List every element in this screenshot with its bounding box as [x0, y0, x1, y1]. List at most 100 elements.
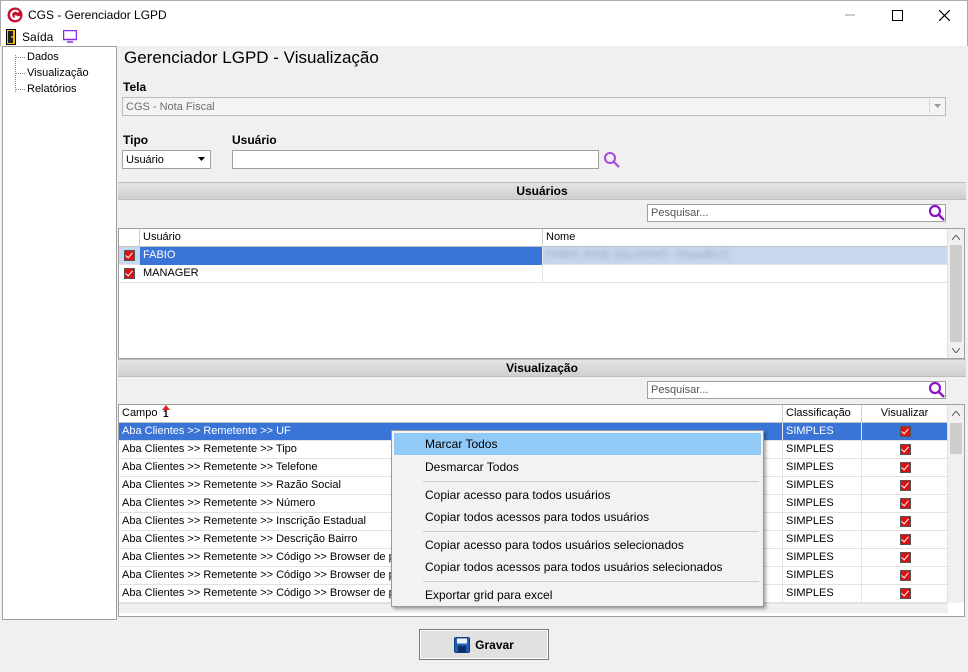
close-button[interactable] [921, 1, 967, 29]
users-row-fabio[interactable]: FABIO FABIO JOSE SALVIANO - FinanBCO [119, 247, 948, 265]
menu-item-copy-access-selected-users[interactable]: Copiar acesso para todos usuários seleci… [394, 534, 761, 556]
users-search-input[interactable]: Pesquisar... [647, 204, 946, 222]
save-button-label: Gravar [475, 637, 514, 652]
maximize-button[interactable] [874, 1, 920, 29]
view-row-visualizar-cell [862, 477, 948, 495]
tree-item-relatorios[interactable]: Relatórios [27, 83, 77, 95]
tela-select[interactable]: CGS - Nota Fiscal [122, 97, 946, 116]
exit-menu-item[interactable]: Saída [5, 29, 63, 45]
users-row-user: MANAGER [140, 265, 543, 283]
tree-connector [15, 89, 25, 90]
users-grid-header-nome[interactable]: Nome [543, 229, 948, 247]
visualizar-checkbox[interactable] [900, 588, 911, 599]
view-row-visualizar-cell [862, 459, 948, 477]
users-row-user: FABIO [140, 247, 543, 265]
view-row-classificacao: SIMPLES [783, 459, 862, 477]
users-row-checkbox[interactable] [124, 268, 135, 279]
users-grid-scrollbar[interactable] [947, 229, 964, 358]
users-row-manager[interactable]: MANAGER [119, 265, 948, 283]
visualizar-checkbox[interactable] [900, 480, 911, 491]
visualizar-checkbox[interactable] [900, 498, 911, 509]
minimize-button[interactable] [827, 1, 873, 29]
menu-separator [423, 481, 759, 482]
view-row-visualizar-cell [862, 531, 948, 549]
scroll-up-icon[interactable] [948, 229, 964, 245]
view-row-classificacao: SIMPLES [783, 423, 862, 441]
view-row-classificacao: SIMPLES [783, 513, 862, 531]
search-icon[interactable] [603, 151, 621, 169]
tipo-select-value: Usuário [126, 154, 164, 166]
view-row-classificacao: SIMPLES [783, 567, 862, 585]
visualizar-checkbox[interactable] [900, 444, 911, 455]
search-icon[interactable] [928, 381, 946, 399]
exit-label: Saída [22, 30, 54, 44]
tela-label: Tela [123, 80, 147, 94]
view-row-classificacao: SIMPLES [783, 441, 862, 459]
view-row-classificacao: SIMPLES [783, 477, 862, 495]
page-title: Gerenciador LGPD - Visualização [124, 48, 379, 67]
view-section-header: Visualização [118, 359, 966, 377]
view-row-classificacao: SIMPLES [783, 495, 862, 513]
menu-item-unmark-all[interactable]: Desmarcar Todos [394, 456, 761, 478]
menu-item-mark-all[interactable]: Marcar Todos [394, 433, 761, 455]
scroll-down-icon[interactable] [948, 342, 964, 358]
view-grid-header-campo[interactable]: Campo 1 [119, 405, 783, 423]
app-logo-icon [7, 7, 23, 23]
visualizar-checkbox[interactable] [900, 534, 911, 545]
usuario-input[interactable] [232, 150, 599, 169]
view-grid-header-visualizar[interactable]: Visualizar [862, 405, 948, 423]
view-row-visualizar-cell [862, 567, 948, 585]
view-row-classificacao: SIMPLES [783, 585, 862, 603]
view-grid-header-campo-label: Campo [122, 407, 158, 419]
close-icon [938, 9, 950, 21]
scroll-thumb[interactable] [950, 423, 962, 454]
visualizar-checkbox[interactable] [900, 516, 911, 527]
menu-separator [423, 531, 759, 532]
view-grid-header-classificacao[interactable]: Classificação [783, 405, 862, 423]
chevron-down-icon [929, 99, 944, 113]
view-grid-scrollbar[interactable] [947, 405, 964, 603]
chevron-down-icon [194, 152, 209, 166]
save-button[interactable]: Gravar [419, 629, 549, 660]
view-row-visualizar-cell [862, 549, 948, 567]
tree-connector [15, 73, 25, 74]
view-row-visualizar-cell [862, 585, 948, 603]
tela-select-value: CGS - Nota Fiscal [126, 101, 215, 113]
view-row-visualizar-cell [862, 441, 948, 459]
tipo-label: Tipo [123, 133, 149, 147]
scroll-up-icon[interactable] [948, 405, 964, 421]
search-icon[interactable] [928, 204, 946, 222]
window-title: CGS - Gerenciador LGPD [28, 8, 167, 22]
tipo-select[interactable]: Usuário [122, 150, 211, 169]
menu-item-copy-all-access-all-users[interactable]: Copiar todos acessos para todos usuários [394, 506, 761, 528]
visualizar-checkbox[interactable] [900, 426, 911, 437]
tree-item-dados[interactable]: Dados [27, 51, 59, 63]
users-search-placeholder: Pesquisar... [651, 207, 709, 219]
visualizar-checkbox[interactable] [900, 570, 911, 581]
tree-connector [15, 57, 25, 58]
view-row-visualizar-cell [862, 495, 948, 513]
users-grid-check-header [119, 229, 140, 247]
visualizar-checkbox[interactable] [900, 462, 911, 473]
tree-item-visualizacao[interactable]: Visualização [27, 67, 89, 79]
view-search-placeholder: Pesquisar... [651, 384, 709, 396]
menu-item-export-excel[interactable]: Exportar grid para excel [394, 584, 761, 606]
maximize-icon [891, 9, 903, 21]
visualizar-checkbox[interactable] [900, 552, 911, 563]
menu-item-copy-all-access-selected-users[interactable]: Copiar todos acessos para todos usuários… [394, 556, 761, 578]
sort-order-badge: 1 [163, 409, 169, 420]
users-row-checkbox[interactable] [124, 250, 135, 261]
users-row-name: FABIO JOSE SALVIANO - FinanBCO [543, 247, 948, 265]
view-row-classificacao: SIMPLES [783, 531, 862, 549]
floppy-disk-icon [454, 636, 471, 653]
view-search-input[interactable]: Pesquisar... [647, 381, 946, 399]
scroll-thumb[interactable] [950, 245, 962, 342]
monitor-icon[interactable] [63, 30, 77, 43]
view-row-visualizar-cell [862, 423, 948, 441]
users-grid-header-usuario[interactable]: Usuário [140, 229, 543, 247]
navigation-tree: Dados Visualização Relatórios [2, 46, 117, 620]
users-row-name [543, 265, 948, 283]
usuario-label: Usuário [232, 133, 277, 147]
menu-item-copy-access-all-users[interactable]: Copiar acesso para todos usuários [394, 484, 761, 506]
menu-bar: Saída [0, 28, 968, 46]
